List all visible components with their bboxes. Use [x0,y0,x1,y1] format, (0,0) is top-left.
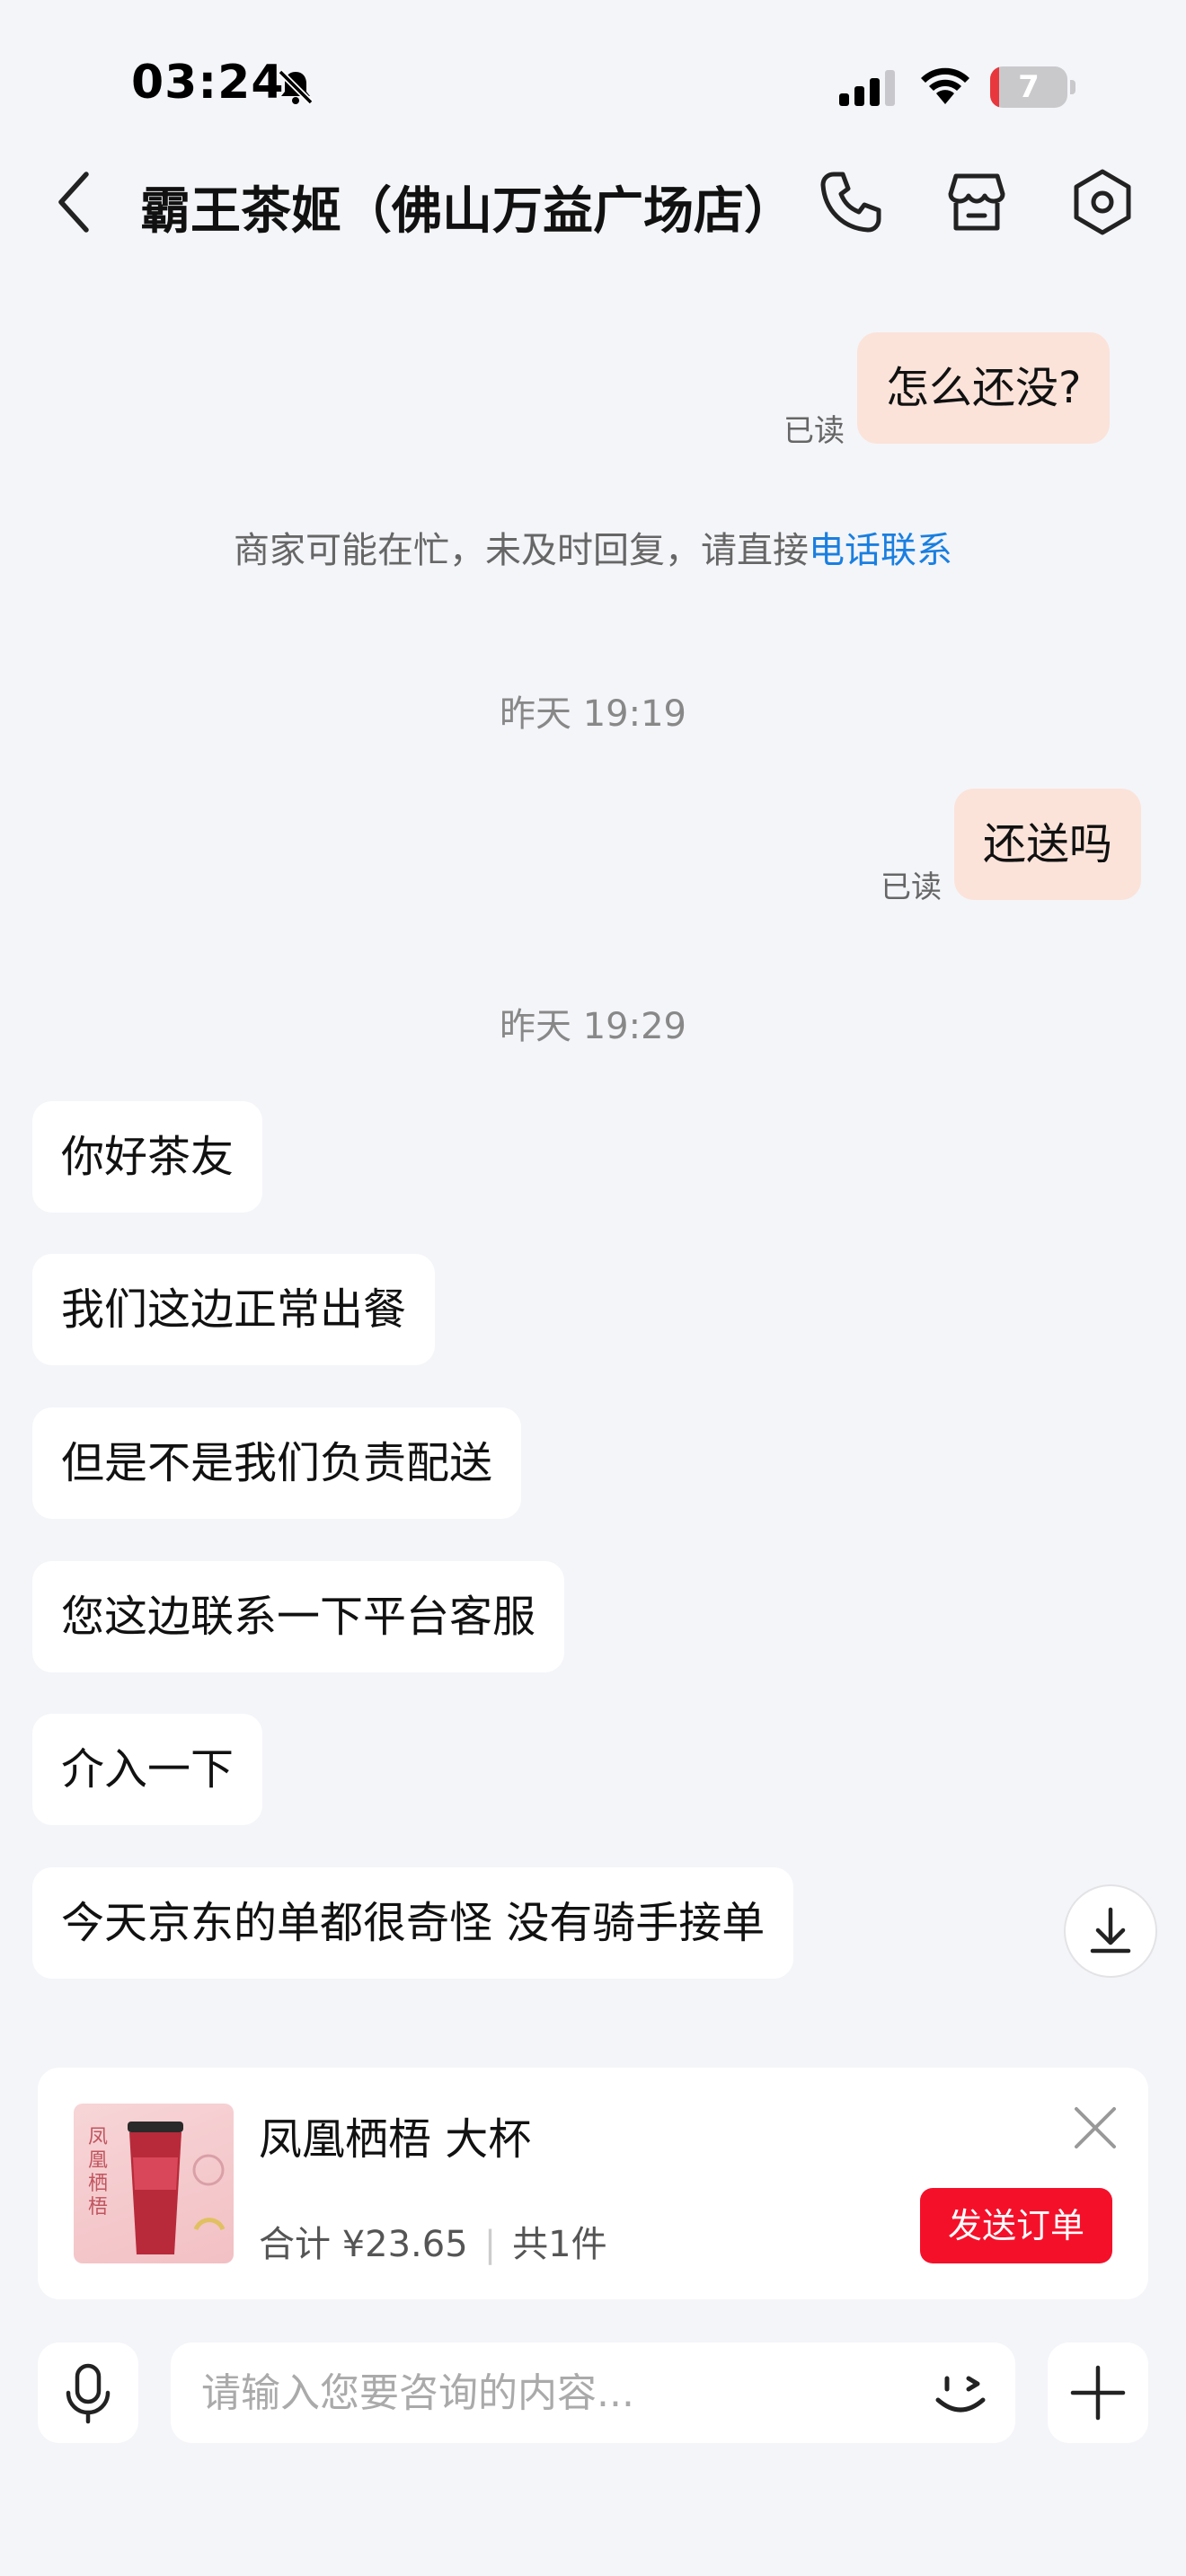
battery-level: 7 [1018,69,1040,105]
svg-text:栖: 栖 [88,2173,108,2195]
incoming-message[interactable]: 您这边联系一下平台客服 [32,1561,565,1672]
status-time: 03:24 [131,56,285,110]
microphone-icon [66,2363,111,2424]
phone-icon [820,172,881,233]
voice-input-button[interactable] [38,2342,138,2443]
bell-muted-icon [275,66,316,108]
order-card: 凤 凰 栖 梧 凤凰栖梧 大杯 合计 ¥23.65 | 共1件 发送订单 [38,2068,1148,2299]
item-count: 共1件 [512,2224,607,2265]
product-name: 凤凰栖梧 大杯 [259,2114,532,2165]
chevron-left-icon [58,172,89,233]
order-summary: 合计 ¥23.65 | 共1件 [259,2224,607,2265]
timestamp: 昨天 19:19 [500,693,686,735]
close-icon [1075,2107,1116,2148]
incoming-message[interactable]: 但是不是我们负责配送 [32,1407,522,1519]
message-input-box[interactable] [171,2342,1015,2443]
store-button[interactable] [942,167,1012,237]
merchant-busy-notice: 商家可能在忙，未及时回复，请直接电话联系 [0,521,1186,573]
emoji-button[interactable] [931,2364,990,2423]
order-total: 合计 ¥23.65 [259,2224,468,2265]
svg-text:梧: 梧 [88,2196,108,2219]
timestamp: 昨天 19:29 [500,1006,686,1047]
send-order-button[interactable]: 发送订单 [920,2188,1112,2263]
plus-icon [1070,2365,1126,2421]
svg-text:凰: 凰 [88,2149,108,2172]
store-icon [948,173,1005,231]
message-input[interactable] [201,2342,884,2443]
phone-contact-link[interactable]: 电话联系 [809,530,952,571]
cellular-signal-icon [839,68,898,106]
page-title: 霸王茶姬（佛山万益广场店） [140,182,794,241]
call-button[interactable] [816,167,886,237]
wink-emoji-icon [935,2376,986,2413]
product-image: 凤 凰 栖 梧 [74,2104,234,2263]
read-receipt: 已读 [783,413,845,449]
hexagon-settings-icon [1074,169,1131,235]
incoming-message[interactable]: 今天京东的单都很奇怪 没有骑手接单 [32,1867,794,1979]
download-arrow-icon [1090,1907,1131,1954]
close-order-card-button[interactable] [1071,2104,1120,2152]
back-button[interactable] [52,169,97,235]
notice-text: 商家可能在忙，未及时回复，请直接 [234,530,809,571]
more-options-button[interactable] [1048,2342,1148,2443]
incoming-message[interactable]: 你好茶友 [32,1101,263,1213]
read-receipt: 已读 [881,869,942,905]
scroll-to-bottom-button[interactable] [1064,1884,1157,1978]
settings-button[interactable] [1067,167,1137,237]
svg-text:凤: 凤 [88,2126,108,2148]
incoming-message[interactable]: 我们这边正常出餐 [32,1254,436,1365]
incoming-message[interactable]: 介入一下 [32,1714,263,1825]
outgoing-message[interactable]: 怎么还没? [857,332,1111,444]
battery-icon: 7 [990,66,1076,108]
wifi-icon [918,65,972,106]
outgoing-message[interactable]: 还送吗 [954,789,1142,900]
